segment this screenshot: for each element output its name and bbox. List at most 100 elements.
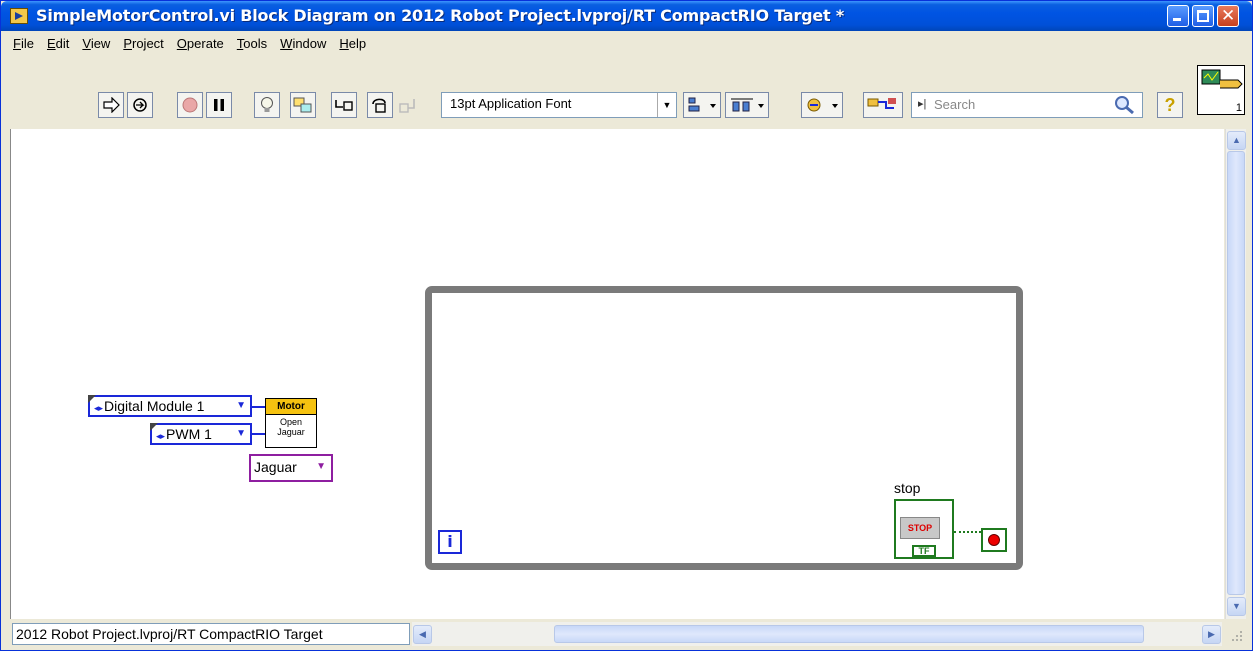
loop-condition-terminal[interactable]: [981, 528, 1007, 552]
highlight-execution-button[interactable]: [254, 92, 280, 118]
menu-file-mnemonic: F: [13, 36, 21, 51]
stop-label: stop: [894, 480, 921, 496]
menu-view[interactable]: View: [76, 33, 117, 55]
motor-open-jaguar-subvi[interactable]: Motor Open Jaguar: [265, 398, 317, 448]
step-over-icon: [372, 98, 386, 113]
boolean-tf-tag: TF: [912, 545, 936, 557]
vi-icon-number: 1: [1235, 102, 1242, 114]
close-icon: ✕: [1221, 6, 1236, 26]
menu-tools[interactable]: Tools: [231, 33, 274, 55]
menu-tools-label: ools: [243, 36, 268, 51]
menu-edit[interactable]: Edit: [41, 33, 76, 55]
vi-icon[interactable]: 1: [1197, 65, 1245, 115]
menu-view-label: iew: [90, 36, 111, 51]
menu-file[interactable]: File: [7, 33, 41, 55]
menu-help-label: elp: [348, 36, 367, 51]
wire-digital-module[interactable]: [252, 406, 266, 408]
minimize-button[interactable]: [1167, 5, 1189, 27]
subvi-text-open: Open: [279, 417, 303, 427]
horizontal-scroll-thumb[interactable]: [554, 625, 1144, 643]
run-button[interactable]: [98, 92, 124, 118]
step-into-button[interactable]: [331, 92, 357, 118]
menu-file-label: ile: [20, 36, 34, 51]
menu-window-label: indow: [292, 36, 327, 51]
abort-stop-icon: [182, 97, 198, 113]
horizontal-scrollbar[interactable]: ◀ ▶: [412, 622, 1222, 646]
constant-corner-marker: [88, 395, 96, 403]
lightbulb-icon: [261, 97, 273, 112]
menu-view-mnemonic: V: [82, 36, 91, 51]
scroll-down-button[interactable]: ▼: [1227, 597, 1246, 616]
jaguar-type-value: Jaguar: [254, 459, 297, 475]
menu-window-mnemonic: W: [280, 36, 293, 51]
run-continuously-icon: [133, 98, 147, 112]
maximize-icon: [1197, 10, 1209, 22]
increment-arrows-icon: ◂▸: [156, 431, 166, 441]
search-placeholder: Search: [934, 97, 976, 112]
clean-up-diagram-button[interactable]: [863, 92, 903, 118]
digital-module-constant[interactable]: ◂▸Digital Module 1 ▼: [88, 395, 252, 417]
menu-help[interactable]: Help: [333, 33, 373, 55]
menu-edit-label: dit: [55, 36, 70, 51]
title-bar[interactable]: SimpleMotorControl.vi Block Diagram on 2…: [1, 1, 1252, 31]
step-over-button[interactable]: [367, 92, 393, 118]
scroll-right-button[interactable]: ▶: [1202, 625, 1221, 644]
distribute-objects-button[interactable]: [725, 92, 769, 118]
run-continuously-button[interactable]: [127, 92, 153, 118]
minimize-icon: [1173, 18, 1181, 21]
chevron-down-icon: ▼: [316, 461, 326, 472]
clean-up-diagram-icon: [867, 98, 896, 109]
search-input[interactable]: ▸| Search: [911, 92, 1143, 118]
search-icon: [1115, 96, 1134, 115]
boolean-wire[interactable]: [954, 531, 981, 533]
jaguar-type-constant[interactable]: Jaguar ▼: [249, 454, 333, 482]
project-target-path[interactable]: 2012 Robot Project.lvproj/RT CompactRIO …: [12, 623, 410, 645]
step-into-icon: [335, 100, 353, 111]
subvi-text-jaguar: Jaguar: [277, 427, 305, 437]
subvi-header: Motor: [266, 399, 316, 415]
pause-button[interactable]: [206, 92, 232, 118]
step-out-icon: [399, 99, 415, 113]
stop-button-terminal[interactable]: STOP TF: [894, 499, 954, 559]
reorder-button[interactable]: [801, 92, 843, 118]
chevron-down-icon: ▼: [236, 400, 246, 411]
menu-help-mnemonic: H: [339, 36, 349, 51]
resize-grip-icon[interactable]: [1227, 624, 1245, 644]
increment-arrows-icon: ◂▸: [94, 403, 104, 413]
pwm-channel-constant[interactable]: ◂▸PWM 1 ▼: [150, 423, 252, 445]
retain-wire-values-icon: [293, 97, 312, 113]
menu-operate-mnemonic: O: [176, 36, 187, 51]
align-objects-icon: [688, 97, 716, 112]
close-button[interactable]: ✕: [1217, 5, 1239, 27]
menu-window[interactable]: Window: [274, 33, 333, 55]
reorder-icon: [807, 98, 838, 112]
menu-project[interactable]: Project: [117, 33, 170, 55]
wire-pwm[interactable]: [252, 433, 266, 435]
labview-app-icon: [10, 8, 28, 24]
menu-operate-label: perate: [186, 36, 224, 51]
align-objects-button[interactable]: [683, 92, 721, 118]
text-settings-dropdown[interactable]: 13pt Application Font ▼: [441, 92, 677, 118]
labview-window: SimpleMotorControl.vi Block Diagram on 2…: [0, 0, 1253, 651]
window-title: SimpleMotorControl.vi Block Diagram on 2…: [36, 6, 845, 25]
iteration-terminal[interactable]: i: [438, 530, 462, 554]
retain-wire-values-button[interactable]: [290, 92, 316, 118]
scroll-up-button[interactable]: ▲: [1227, 131, 1246, 150]
text-settings-value: 13pt Application Font: [450, 96, 572, 111]
abort-button[interactable]: [177, 92, 203, 118]
chevron-down-icon: ▼: [657, 93, 676, 117]
help-icon: ?: [1164, 95, 1176, 115]
menu-operate[interactable]: Operate: [171, 33, 231, 55]
vertical-scrollbar[interactable]: ▲ ▼: [1225, 129, 1246, 619]
step-out-button[interactable]: [396, 92, 422, 118]
distribute-objects-icon: [731, 98, 764, 112]
menu-edit-mnemonic: E: [46, 36, 56, 51]
stop-if-true-icon: [988, 534, 1000, 546]
constant-corner-marker: [150, 423, 158, 431]
maximize-button[interactable]: [1192, 5, 1214, 27]
pause-icon: [214, 99, 224, 111]
scroll-left-button[interactable]: ◀: [413, 625, 432, 644]
vertical-scroll-thumb[interactable]: [1227, 151, 1245, 595]
context-help-button[interactable]: ?: [1157, 92, 1183, 118]
status-bar: 2012 Robot Project.lvproj/RT CompactRIO …: [10, 622, 1246, 648]
